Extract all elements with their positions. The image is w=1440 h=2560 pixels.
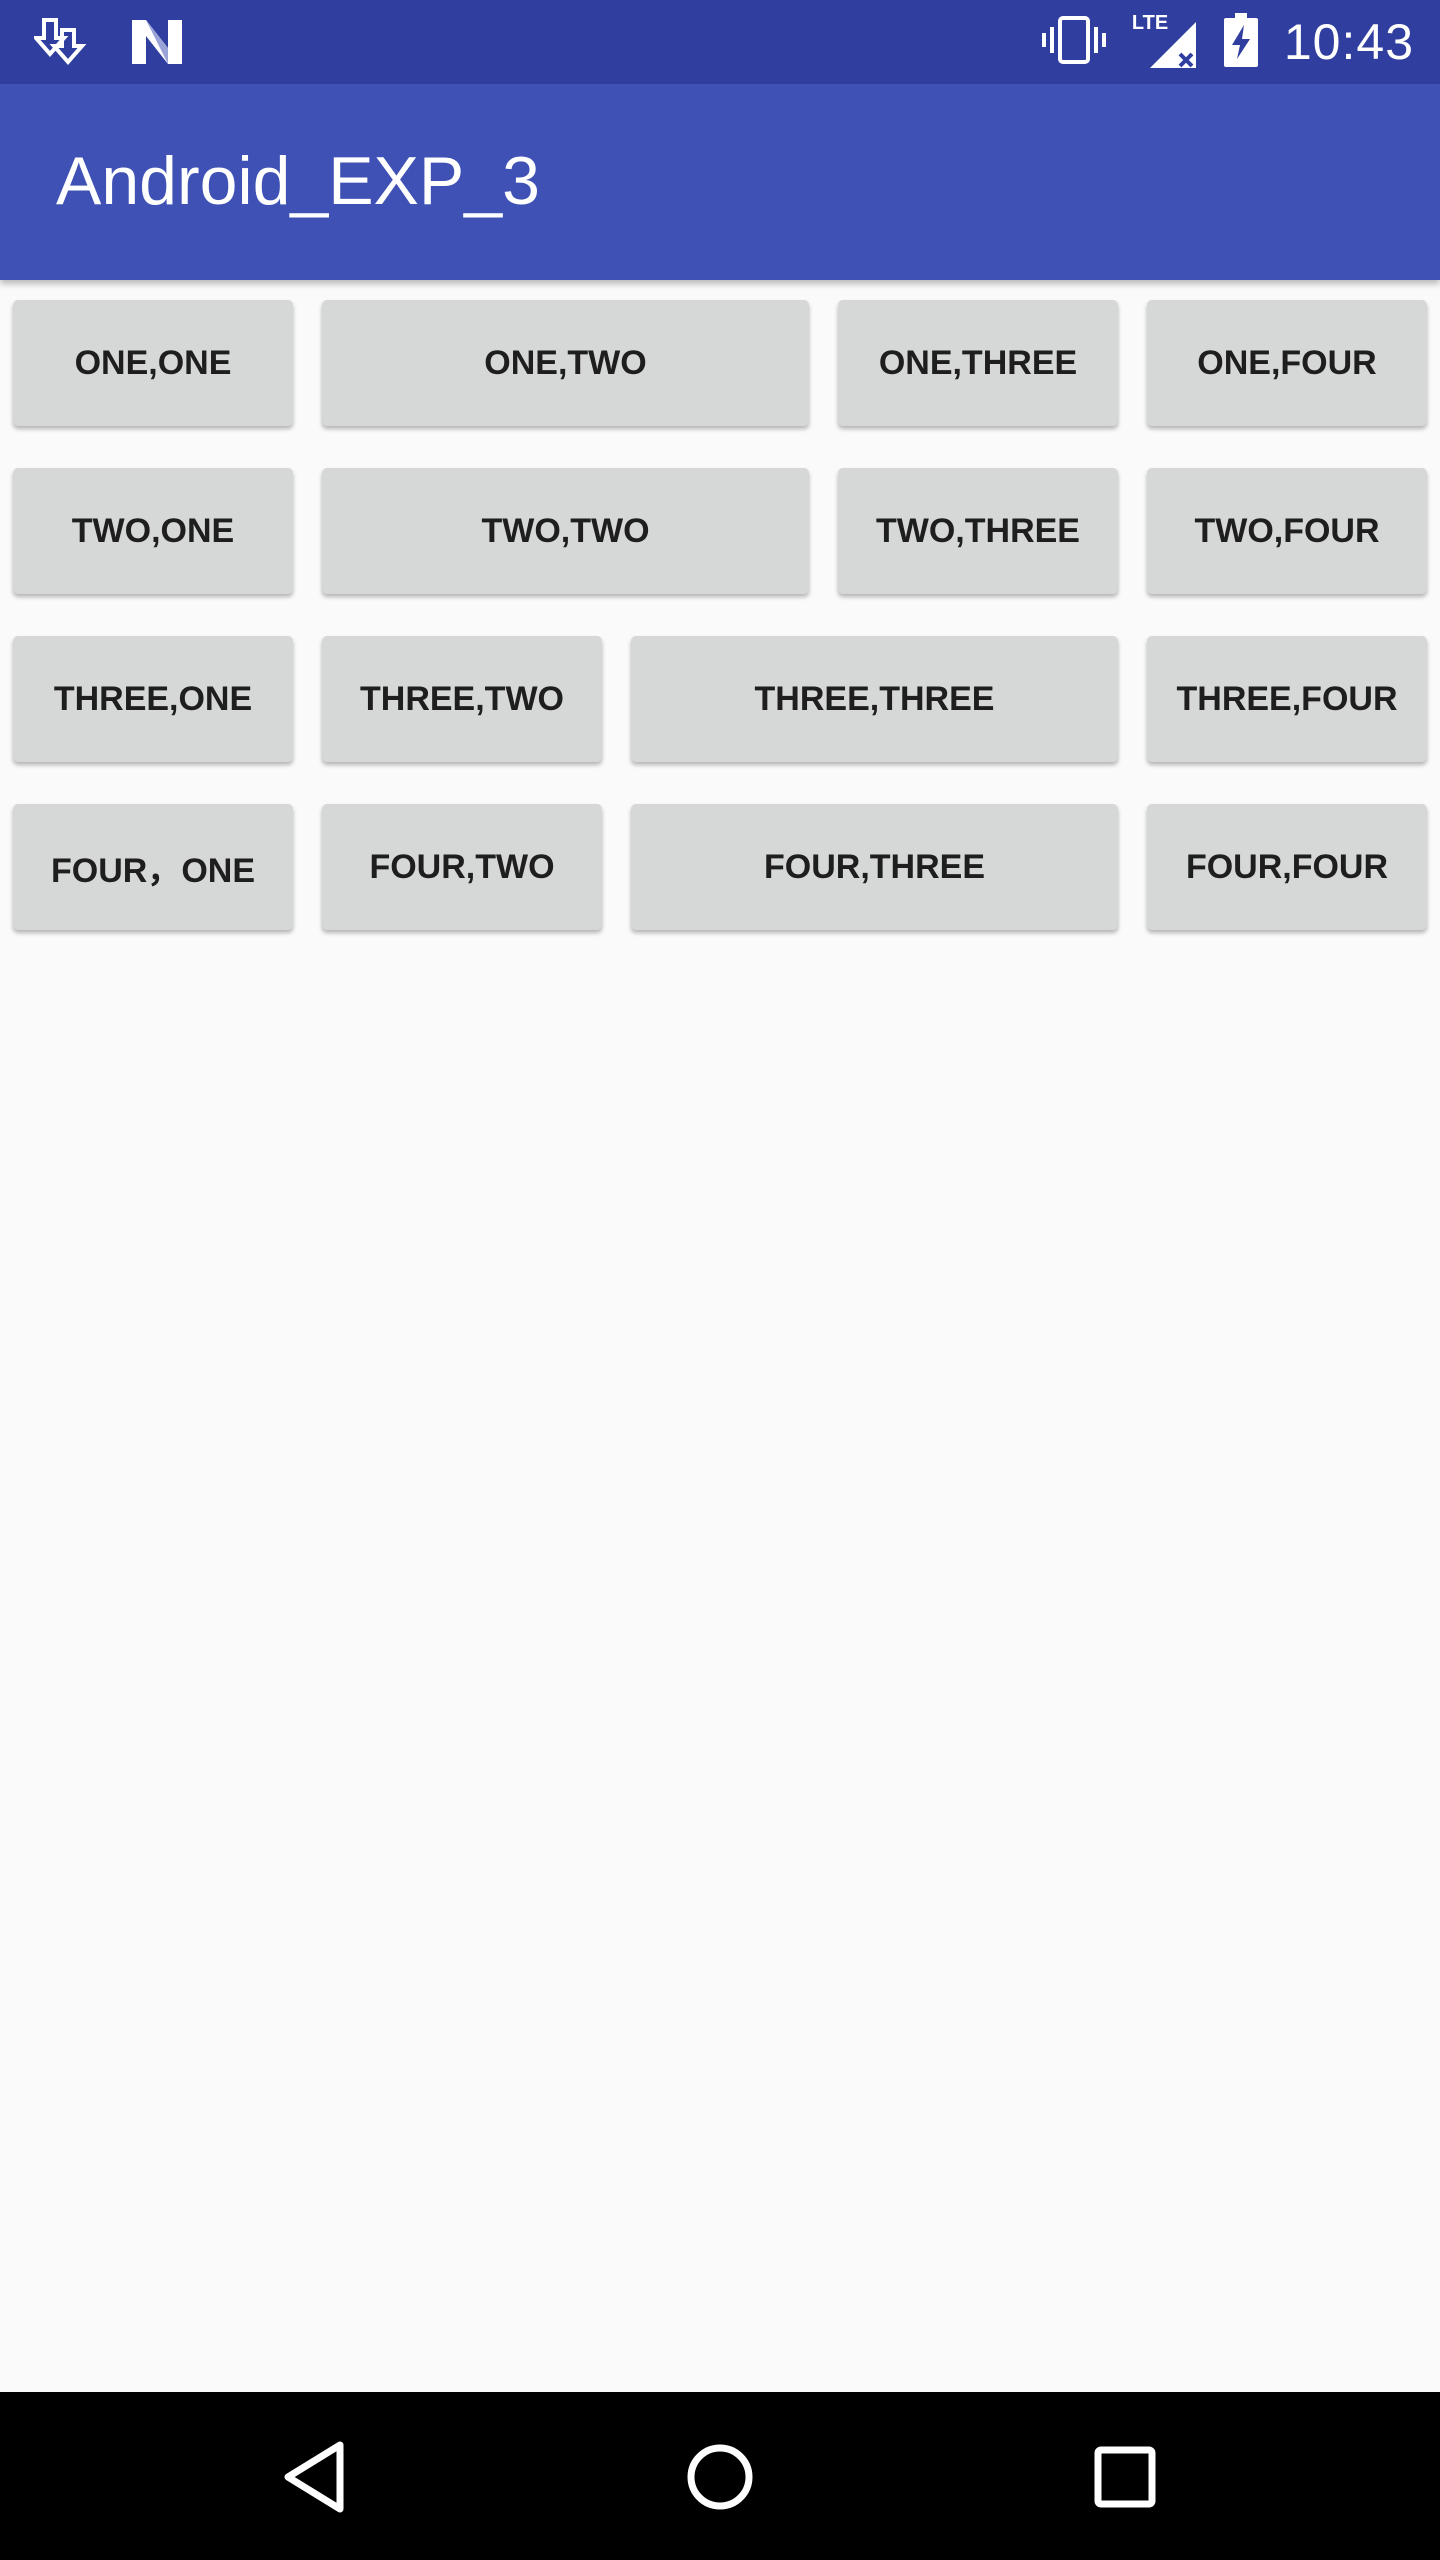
button-one-three[interactable]: ONE,THREE [838, 300, 1118, 426]
home-button[interactable] [675, 2432, 765, 2522]
back-button[interactable] [270, 2432, 360, 2522]
button-two-four[interactable]: TWO,FOUR [1147, 468, 1427, 594]
button-three-two[interactable]: THREE,TWO [322, 636, 602, 762]
recents-button[interactable] [1080, 2432, 1170, 2522]
clock: 10:43 [1283, 14, 1414, 70]
lte-label: LTE [1131, 12, 1169, 34]
button-one-two[interactable]: ONE,TWO [322, 300, 809, 426]
battery-charging-icon [1223, 12, 1258, 72]
vibrate-icon [1041, 15, 1106, 70]
back-icon [284, 2441, 344, 2513]
button-four-four[interactable]: FOUR,FOUR [1147, 804, 1427, 930]
home-icon [687, 2444, 753, 2510]
button-two-three[interactable]: TWO,THREE [838, 468, 1118, 594]
button-one-one[interactable]: ONE,ONE [13, 300, 293, 426]
button-three-one[interactable]: THREE,ONE [13, 636, 293, 762]
lte-signal-icon: LTE [1131, 12, 1198, 70]
recents-icon [1094, 2446, 1156, 2508]
button-three-three[interactable]: THREE,THREE [631, 636, 1118, 762]
navigation-bar [0, 2392, 1440, 2560]
status-bar: LTE 10:43 [0, 0, 1440, 84]
button-four-three[interactable]: FOUR,THREE [631, 804, 1118, 930]
n-logo-icon [130, 18, 184, 71]
button-four-one[interactable]: FOUR，ONE [13, 804, 293, 930]
button-one-four[interactable]: ONE,FOUR [1147, 300, 1427, 426]
button-two-two[interactable]: TWO,TWO [322, 468, 809, 594]
button-three-four[interactable]: THREE,FOUR [1147, 636, 1427, 762]
button-four-two[interactable]: FOUR,TWO [322, 804, 602, 930]
app-title: Android_EXP_3 [56, 143, 540, 219]
download-icon [31, 16, 90, 73]
button-two-one[interactable]: TWO,ONE [13, 468, 293, 594]
app-bar: Android_EXP_3 [0, 84, 1440, 280]
